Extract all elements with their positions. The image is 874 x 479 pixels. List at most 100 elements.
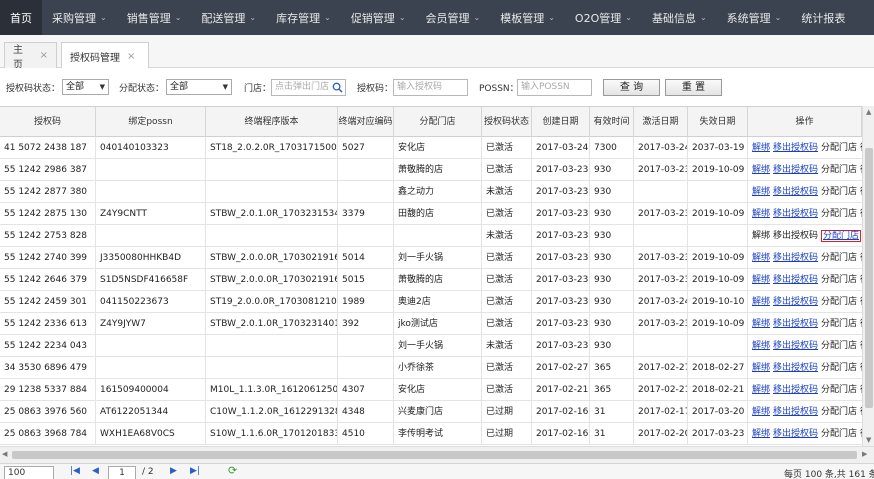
refresh-icon[interactable]: ⟳	[228, 464, 237, 477]
unbind-link[interactable]: 解绑	[752, 363, 770, 373]
col-terminal-version-header[interactable]: 终端程序版本	[206, 107, 338, 137]
assign-store-link[interactable]: 分配门店	[821, 275, 857, 285]
table-row[interactable]: 55 1242 2877 380 鑫之动力 未激活 2017-03-23 930 解绑 移出…	[0, 181, 862, 203]
assign-store-link[interactable]: 分配门店	[821, 143, 857, 153]
unbind-link[interactable]: 解绑	[752, 319, 770, 329]
vertical-scroll-thumb[interactable]	[865, 148, 873, 408]
col-auth-status-header[interactable]: 授权码状态	[482, 107, 532, 137]
remove-auth-code-link[interactable]: 移出授权码	[773, 253, 818, 263]
table-row[interactable]: 55 1242 2740 399 J3350080HHKB4D STBW_2.0.0…	[0, 247, 862, 269]
horizontal-scroll-thumb[interactable]	[12, 451, 857, 459]
first-page-icon[interactable]: |◀	[70, 466, 80, 476]
table-row[interactable]: 55 1242 2875 130 Z4Y9CNTT STBW_2.0.1.0R_17…	[0, 203, 862, 225]
remove-auth-code-link[interactable]: 移出授权码	[773, 209, 818, 219]
store-picker-input[interactable]: 点击弹出门店	[271, 79, 346, 96]
unbind-link[interactable]: 解绑	[752, 385, 770, 395]
auth-code-input[interactable]: 输入授权码	[393, 79, 468, 96]
assign-store-link[interactable]: 分配门店	[821, 363, 857, 373]
unbind-link[interactable]: 解绑	[752, 429, 770, 439]
assign-store-link[interactable]: 分配门店	[821, 341, 857, 351]
prev-page-icon[interactable]: ◀	[92, 466, 99, 476]
remove-auth-code-link[interactable]: 移出授权码	[773, 275, 818, 285]
assign-store-link[interactable]: 分配门店	[821, 319, 857, 329]
table-row[interactable]: 29 1238 5337 884 161509400004 M10L_1.1.3.0…	[0, 379, 862, 401]
auth-status-select[interactable]: 全部 ▼	[62, 79, 109, 95]
remove-auth-code-link[interactable]: 移出授权码	[773, 407, 818, 417]
scroll-right-icon[interactable]: ▶	[862, 450, 867, 458]
close-icon[interactable]: ×	[127, 51, 135, 62]
remove-auth-code-link[interactable]: 移出授权码	[773, 187, 818, 197]
col-auth-code-header[interactable]: 授权码	[0, 107, 96, 137]
assign-store-link[interactable]: 分配门店	[821, 253, 857, 263]
assign-store-link[interactable]: 分配门店	[821, 187, 857, 197]
scroll-down-icon[interactable]: ▼	[866, 436, 871, 444]
nav-item[interactable]: 会员管理 ⌄	[416, 0, 491, 35]
reset-button[interactable]: 重 置	[665, 79, 722, 96]
nav-item[interactable]: 销售管理 ⌄	[117, 0, 192, 35]
col-expiry-date-header[interactable]: 失效日期	[688, 107, 748, 137]
col-valid-days-header[interactable]: 有效时间	[590, 107, 634, 137]
nav-item[interactable]: 配送管理 ⌄	[191, 0, 266, 35]
nav-item[interactable]: 库存管理 ⌄	[266, 0, 341, 35]
page-number-input[interactable]: 1	[108, 466, 136, 479]
nav-item[interactable]: 首页	[0, 0, 42, 35]
assign-store-link[interactable]: 分配门店	[821, 209, 857, 219]
table-row[interactable]: 55 1242 2646 379 S1D5NSDF416658F STBW_2.0.…	[0, 269, 862, 291]
table-row[interactable]: 25 0863 3968 784 WXH1EA68V0CS S10W_1.1.6.0…	[0, 423, 862, 445]
table-row[interactable]: 55 1242 2234 043 刘一手火锅 未激活 2017-03-23 930 解绑移…	[0, 335, 862, 357]
vertical-scrollbar[interactable]: ▲ ▼	[862, 106, 874, 446]
next-page-icon[interactable]: ▶	[170, 466, 177, 476]
col-bound-possn-header[interactable]: 绑定possn	[96, 107, 206, 137]
col-created-date-header[interactable]: 创建日期	[532, 107, 590, 137]
assign-store-link[interactable]: 分配门店	[821, 407, 857, 417]
table-row[interactable]: 41 5072 2438 187 040140103323 ST18_2.0.2.0…	[0, 137, 862, 159]
col-actions-header[interactable]: 操作	[748, 107, 862, 137]
table-row[interactable]: 34 3530 6896 479 小乔徐茶 已激活 2017-02-27 365 2017…	[0, 357, 862, 379]
nav-item[interactable]: 促销管理 ⌄	[341, 0, 416, 35]
unbind-link[interactable]: 解绑	[752, 275, 770, 285]
unbind-link[interactable]: 解绑	[752, 253, 770, 263]
tab-home[interactable]: 主页 ×	[4, 42, 57, 71]
close-icon[interactable]: ×	[40, 50, 48, 61]
remove-auth-code-link[interactable]: 移出授权码	[773, 385, 818, 395]
table-row[interactable]: 55 1242 2986 387 萧敬腾的店 已激活 2017-03-23 930 201…	[0, 159, 862, 181]
remove-auth-code-link[interactable]: 移出授权码	[773, 341, 818, 351]
remove-auth-code-link[interactable]: 移出授权码	[773, 297, 818, 307]
table-row[interactable]: 25 0863 3976 560 AT6122051344 C10W_1.1.2.0…	[0, 401, 862, 423]
unbind-link[interactable]: 解绑	[752, 297, 770, 307]
scroll-up-icon[interactable]: ▲	[866, 108, 871, 116]
unbind-link[interactable]: 解绑	[752, 341, 770, 351]
unbind-link[interactable]: 解绑	[752, 143, 770, 153]
last-page-icon[interactable]: ▶|	[190, 466, 200, 476]
search-icon[interactable]	[332, 82, 343, 93]
possn-input[interactable]: 输入POSSN	[517, 79, 592, 96]
remove-auth-code-link[interactable]: 移出授权码	[773, 319, 818, 329]
assign-store-link[interactable]: 分配门店	[821, 230, 862, 242]
nav-item[interactable]: 系统管理 ⌄	[717, 0, 792, 35]
remove-auth-code-link[interactable]: 移出授权码	[773, 363, 818, 373]
horizontal-scrollbar[interactable]: ◀ ▶	[0, 446, 874, 463]
col-terminal-code-header[interactable]: 终端对应编码	[338, 107, 394, 137]
scroll-left-icon[interactable]: ◀	[2, 450, 7, 458]
tab-auth-code-management[interactable]: 授权码管理 ×	[61, 42, 149, 69]
assign-store-link[interactable]: 分配门店	[821, 385, 857, 395]
remove-auth-code-link[interactable]: 移出授权码	[773, 429, 818, 439]
table-row[interactable]: 55 1242 2336 613 Z4Y9JYW7 STBW_2.0.1.0R_17…	[0, 313, 862, 335]
assign-store-link[interactable]: 分配门店	[821, 297, 857, 307]
remove-auth-code-link[interactable]: 移出授权码	[773, 165, 818, 175]
table-row[interactable]: 55 1242 2753 828 未激活 2017-03-23 930 解绑 移出授权码分…	[0, 225, 862, 247]
assign-store-link[interactable]: 分配门店	[821, 165, 857, 175]
nav-item[interactable]: 采购管理 ⌄	[42, 0, 117, 35]
nav-item[interactable]: O2O管理 ⌄	[565, 0, 642, 35]
unbind-link[interactable]: 解绑	[752, 231, 770, 241]
unbind-link[interactable]: 解绑	[752, 187, 770, 197]
remove-auth-code-link[interactable]: 移出授权码	[773, 143, 818, 153]
nav-item[interactable]: 模板管理 ⌄	[490, 0, 565, 35]
assign-status-select[interactable]: 全部 ▼	[166, 79, 232, 95]
remove-auth-code-link[interactable]: 移出授权码	[773, 231, 818, 241]
assign-store-link[interactable]: 分配门店	[821, 429, 857, 439]
nav-item[interactable]: 统计报表	[791, 0, 855, 35]
col-store-header[interactable]: 分配门店	[394, 107, 482, 137]
col-activated-date-header[interactable]: 激活日期	[634, 107, 688, 137]
unbind-link[interactable]: 解绑	[752, 165, 770, 175]
